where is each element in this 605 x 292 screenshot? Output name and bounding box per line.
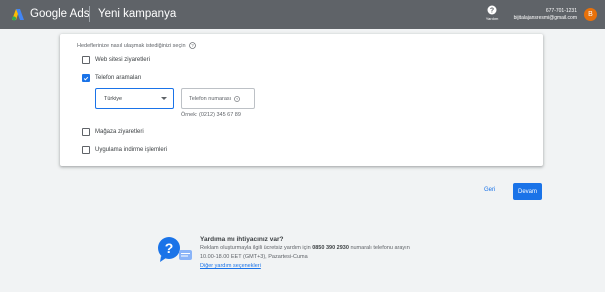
phone-example-hint: Örnek: (0212) 345 67 89 [181, 112, 241, 118]
dropdown-arrow-icon [161, 97, 167, 100]
help-label: Yardım [485, 16, 499, 21]
option-label: Uygulama indirme işlemleri [95, 147, 168, 153]
help-button[interactable]: ? Yardım [483, 5, 501, 25]
account-email: bijitalajansresmi@gmail.com [513, 15, 577, 21]
goal-selection-card: Hedeflerinize nasıl ulaşmak istediğinizi… [60, 34, 543, 166]
more-help-options-link[interactable]: Diğer yardım seçenekleri [200, 263, 261, 269]
avatar[interactable]: B [584, 8, 597, 21]
checkbox-website-visits[interactable] [82, 56, 90, 64]
option-phone-calls[interactable]: Telefon aramaları [82, 74, 141, 82]
checkbox-store-visits[interactable] [82, 128, 90, 136]
continue-button[interactable]: Devam [513, 183, 542, 200]
help-title: Yardıma mı ihtiyacınız var? [200, 236, 284, 243]
option-store-visits[interactable]: Mağaza ziyaretleri [82, 128, 144, 136]
goal-question: Hedeflerinize nasıl ulaşmak istediğinizi… [77, 42, 196, 49]
help-circle-icon[interactable]: ? [188, 42, 196, 49]
help-line-prefix: Reklam oluşturmayla ilgili ücretsiz yard… [200, 245, 311, 251]
top-bar: Google Ads Yeni kampanya ? Yardım 677-70… [0, 0, 605, 29]
svg-text:?: ? [236, 97, 238, 101]
goal-question-text: Hedeflerinize nasıl ulaşmak istediğinizi… [77, 42, 186, 49]
back-button[interactable]: Geri [484, 187, 495, 193]
option-app-downloads[interactable]: Uygulama indirme işlemleri [82, 146, 167, 154]
account-info[interactable]: 677-701-1231 bijitalajansresmi@gmail.com [514, 8, 577, 22]
country-select-value: Türkiye [104, 95, 123, 102]
help-call-line: Reklam oluşturmayla ilgili ücretsiz yard… [200, 245, 410, 251]
phone-number-field[interactable]: Telefon numarası ? [181, 88, 255, 109]
help-icon: ? [487, 5, 497, 15]
help-circle-icon[interactable]: ? [234, 95, 241, 102]
option-label: Telefon aramaları [95, 75, 142, 81]
checkbox-app-downloads[interactable] [82, 146, 90, 154]
phone-number-placeholder: Telefon numarası [189, 95, 232, 102]
support-chat-icon: ? [158, 237, 192, 262]
checkbox-phone-calls[interactable] [82, 74, 90, 82]
brand-name[interactable]: Google Ads [30, 8, 89, 20]
country-select[interactable]: Türkiye [95, 88, 174, 109]
help-phone-number: 0850 390 2930 [312, 245, 349, 251]
page-title: Yeni kampanya [98, 8, 177, 20]
svg-text:?: ? [191, 43, 194, 48]
svg-text:?: ? [490, 8, 494, 15]
google-ads-logo-icon[interactable] [11, 8, 25, 21]
option-label: Mağaza ziyaretleri [95, 129, 144, 135]
help-line-suffix: numaralı telefonu arayın [350, 245, 410, 251]
option-label: Web sitesi ziyaretleri [95, 57, 150, 63]
header-divider [89, 6, 90, 22]
help-hours: 10.00-18.00 EET (GMT+3), Pazartesi-Cuma [200, 254, 308, 260]
check-icon [83, 76, 89, 80]
option-website-visits[interactable]: Web sitesi ziyaretleri [82, 56, 150, 64]
svg-text:?: ? [165, 240, 174, 256]
account-phone: 677-701-1231 [545, 8, 577, 14]
